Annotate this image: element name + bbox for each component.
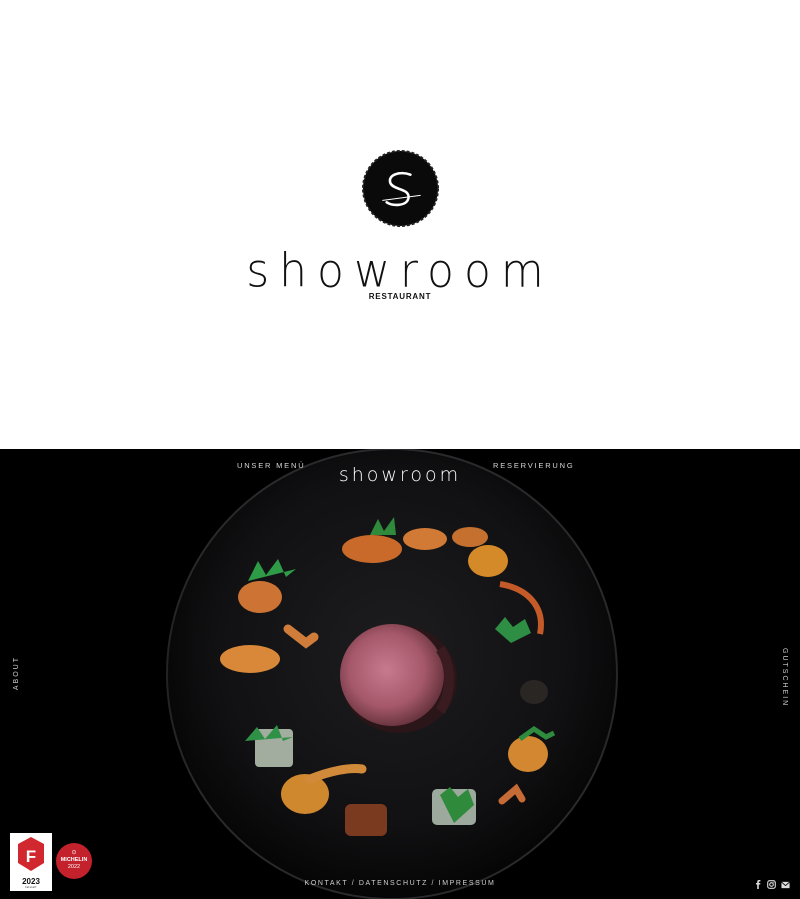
- side-link-gutschein[interactable]: GUTSCHEIN: [781, 648, 788, 707]
- intro-section: showroom RESTAURANT: [0, 0, 800, 449]
- falstaff-badge[interactable]: F 2023 falstaff: [10, 833, 52, 891]
- instagram-icon[interactable]: [767, 880, 776, 889]
- falstaff-shield-icon: F: [18, 837, 44, 871]
- footer-link-datenschutz[interactable]: DATENSCHUTZ: [359, 880, 428, 887]
- michelin-symbol-icon: ⊙: [71, 850, 77, 856]
- nav-link-reservation[interactable]: RESERVIERUNG: [493, 461, 574, 470]
- facebook-icon[interactable]: [753, 880, 762, 889]
- social-links: [753, 880, 790, 889]
- footer-separator: /: [428, 880, 439, 887]
- hero-section: UNSER MENÜ showroom RESERVIERUNG ABOUT G…: [0, 449, 800, 899]
- footer-link-kontakt[interactable]: KONTAKT: [305, 880, 349, 887]
- michelin-year: 2022: [67, 864, 81, 870]
- footer-links: KONTAKT / DATENSCHUTZ / IMPRESSUM: [0, 880, 800, 887]
- logo-wordmark: showroom: [246, 244, 554, 299]
- side-link-about[interactable]: ABOUT: [13, 656, 20, 690]
- logo-subtitle: RESTAURANT: [368, 292, 432, 301]
- footer-separator: /: [348, 880, 359, 887]
- svg-text:F: F: [26, 847, 36, 866]
- logo-brush-circle[interactable]: [361, 149, 440, 228]
- hero-dish-image: [0, 449, 800, 899]
- email-icon[interactable]: [781, 880, 790, 889]
- nav-brand-logo[interactable]: showroom: [0, 464, 800, 486]
- footer-link-impressum[interactable]: IMPRESSUM: [439, 880, 496, 887]
- michelin-name: MICHELIN: [60, 857, 88, 863]
- michelin-badge[interactable]: ⊙ MICHELIN 2022: [56, 843, 92, 879]
- falstaff-caption: falstaff: [25, 885, 37, 889]
